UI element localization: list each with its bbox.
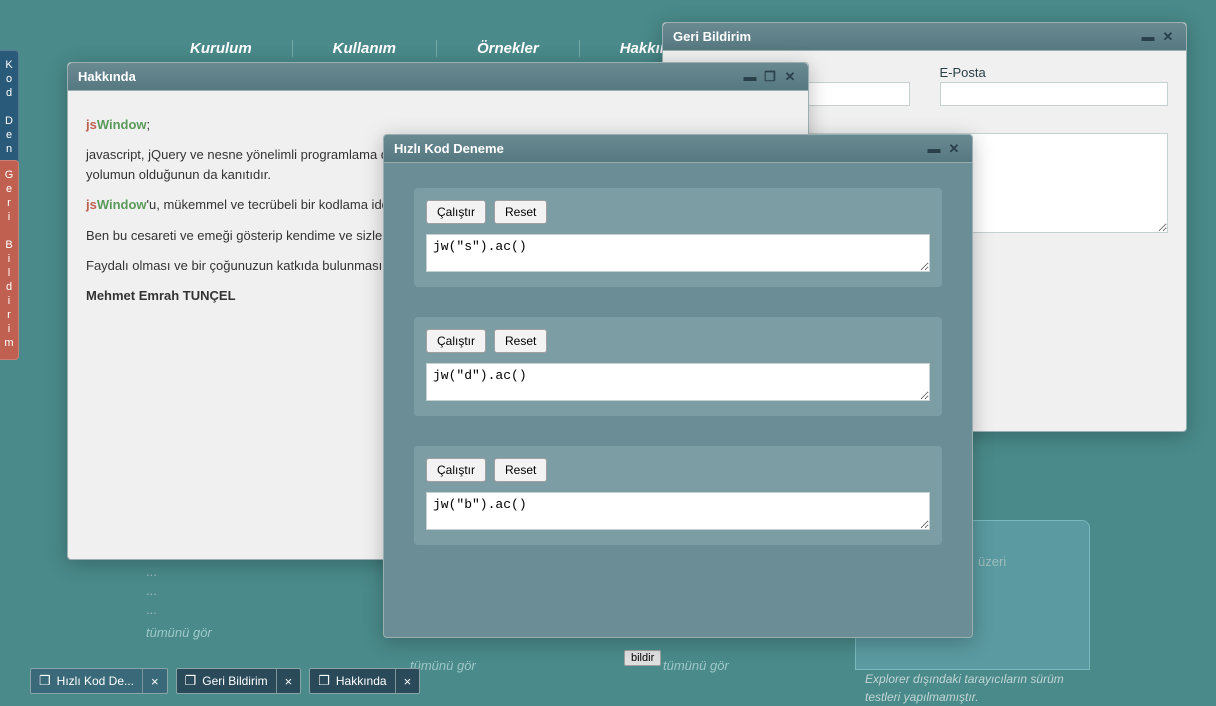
run-button[interactable]: Çalıştır — [426, 200, 486, 224]
titlebar-hakkinda[interactable]: Hakkında ▬ ❐ ✕ — [68, 63, 808, 91]
close-icon[interactable]: × — [395, 669, 420, 693]
see-all-link[interactable]: tümünü gör — [146, 625, 212, 640]
close-icon[interactable]: ✕ — [782, 70, 798, 84]
code-input-2[interactable] — [426, 363, 930, 401]
logo-window: Window — [97, 197, 147, 212]
close-icon[interactable]: ✕ — [1160, 30, 1176, 44]
windows-icon: ❐ — [31, 673, 57, 689]
close-icon[interactable]: × — [142, 669, 167, 693]
taskbar-button-kod-dene[interactable]: ❐ Hızlı Kod De... × — [30, 668, 168, 694]
see-all-link[interactable]: tümünü gör — [663, 658, 729, 673]
bildir-button[interactable]: bildir — [624, 650, 661, 666]
bg-ellipsis: ... — [146, 564, 212, 579]
taskbar-label: Geri Bildirim — [202, 674, 275, 688]
code-panel-3: Çalıştır Reset — [414, 446, 942, 545]
minimize-icon[interactable]: ▬ — [742, 70, 758, 84]
close-icon[interactable]: ✕ — [946, 142, 962, 156]
bg-col-1: ... ... ... tümünü gör — [146, 560, 212, 640]
code-input-1[interactable] — [426, 234, 930, 272]
taskbar: ❐ Hızlı Kod De... × ❐ Geri Bildirim × ❐ … — [30, 668, 420, 694]
logo-tail: ; — [147, 117, 151, 132]
taskbar-button-hakkinda[interactable]: ❐ Hakkında × — [309, 668, 420, 694]
logo-js: js — [86, 117, 97, 132]
label-eposta: E-Posta — [940, 65, 1169, 80]
code-input-3[interactable] — [426, 492, 930, 530]
titlebar-geri-bildirim[interactable]: Geri Bildirim ▬ ✕ — [663, 23, 1186, 51]
code-panel-1: Çalıştır Reset — [414, 188, 942, 287]
window-title: Hızlı Kod Deneme — [394, 141, 504, 156]
reset-button[interactable]: Reset — [494, 329, 547, 353]
windows-icon: ❐ — [310, 673, 336, 689]
bg-ellipsis: ... — [146, 602, 212, 617]
logo-window: Window — [97, 117, 147, 132]
nav-item-kullanim[interactable]: Kullanım — [293, 40, 437, 57]
window-kod-dene: Hızlı Kod Deneme ▬ ✕ Çalıştır Reset Çalı… — [383, 134, 973, 638]
code-panel-2: Çalıştır Reset — [414, 317, 942, 416]
window-title: Geri Bildirim — [673, 29, 751, 44]
logo-text: jsWindow; — [86, 115, 790, 135]
window-title: Hakkında — [78, 69, 136, 84]
taskbar-label: Hızlı Kod De... — [57, 674, 142, 688]
nav-item-kurulum[interactable]: Kurulum — [150, 40, 293, 57]
windows-icon: ❐ — [177, 673, 203, 689]
run-button[interactable]: Çalıştır — [426, 458, 486, 482]
titlebar-kod-dene[interactable]: Hızlı Kod Deneme ▬ ✕ — [384, 135, 972, 163]
input-eposta[interactable] — [940, 82, 1169, 106]
reset-button[interactable]: Reset — [494, 200, 547, 224]
window-body: Çalıştır Reset Çalıştır Reset Çalıştır R… — [384, 163, 972, 637]
maximize-icon[interactable]: ❐ — [762, 70, 778, 84]
sidetab-geri-bildirim[interactable]: Geri Bildirim — [0, 160, 19, 360]
bg-ellipsis: ... — [146, 583, 212, 598]
bg-footer-note: Explorer dışındaki tarayıcıların sürüm t… — [865, 670, 1085, 706]
taskbar-label: Hakkında — [336, 674, 395, 688]
logo-js: js — [86, 197, 97, 212]
minimize-icon[interactable]: ▬ — [1140, 30, 1156, 44]
bg-col-3: tümünü gör — [663, 650, 729, 673]
reset-button[interactable]: Reset — [494, 458, 547, 482]
close-icon[interactable]: × — [276, 669, 301, 693]
taskbar-button-geri-bildirim[interactable]: ❐ Geri Bildirim × — [176, 668, 302, 694]
minimize-icon[interactable]: ▬ — [926, 142, 942, 156]
run-button[interactable]: Çalıştır — [426, 329, 486, 353]
nav-item-ornekler[interactable]: Örnekler — [437, 40, 580, 57]
bg-uzeri-label: üzeri — [978, 554, 1006, 569]
